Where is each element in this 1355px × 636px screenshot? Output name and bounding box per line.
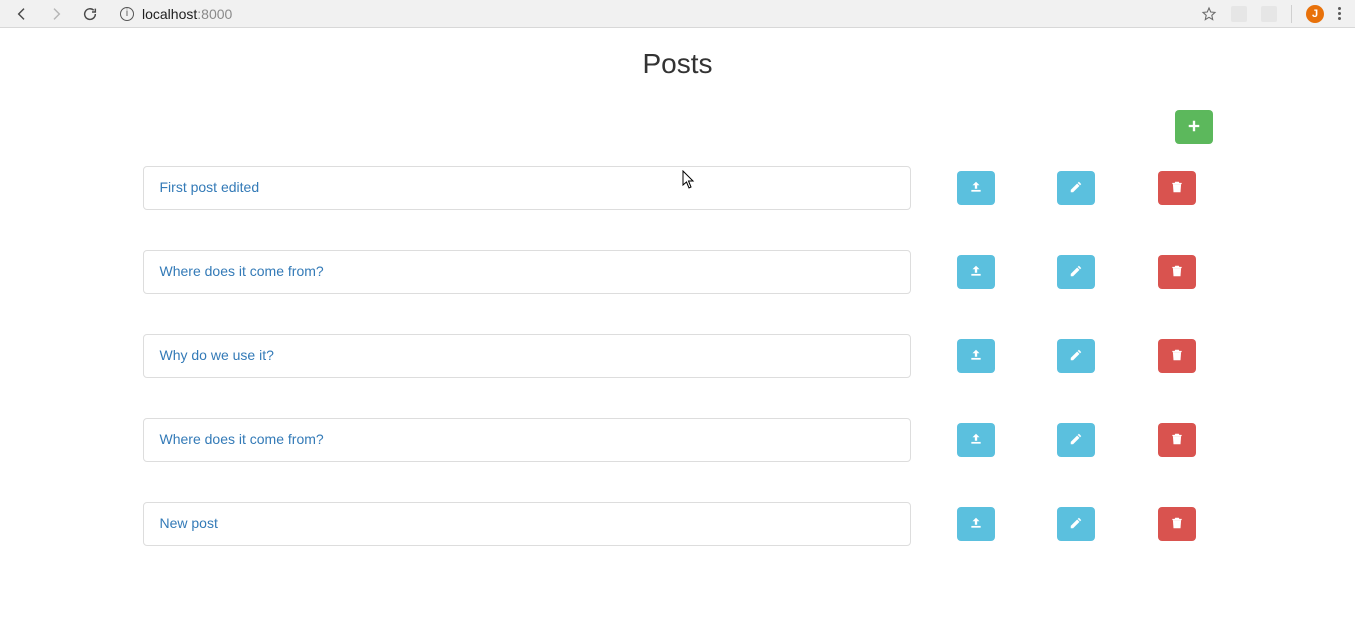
trash-icon bbox=[1170, 432, 1184, 449]
upload-icon bbox=[969, 348, 983, 365]
trash-icon bbox=[1170, 180, 1184, 197]
plus-icon bbox=[1187, 119, 1201, 136]
pencil-icon bbox=[1069, 516, 1083, 533]
post-title-link[interactable]: New post bbox=[160, 515, 218, 531]
page-title: Posts bbox=[0, 48, 1355, 80]
profile-avatar[interactable]: J bbox=[1306, 5, 1324, 23]
extension-icon[interactable] bbox=[1231, 6, 1247, 22]
delete-button[interactable] bbox=[1158, 255, 1196, 289]
address-bar[interactable]: i localhost:8000 bbox=[120, 6, 232, 22]
post-panel: New post bbox=[143, 502, 911, 546]
post-row: Where does it come from? bbox=[143, 418, 1213, 462]
back-button[interactable] bbox=[14, 6, 30, 22]
divider bbox=[1291, 5, 1292, 23]
browser-nav bbox=[8, 6, 98, 22]
url-host: localhost bbox=[142, 6, 197, 22]
post-title-link[interactable]: Why do we use it? bbox=[160, 347, 274, 363]
edit-button[interactable] bbox=[1057, 339, 1095, 373]
pencil-icon bbox=[1069, 180, 1083, 197]
browser-chrome: i localhost:8000 J bbox=[0, 0, 1355, 28]
add-post-button[interactable] bbox=[1175, 110, 1213, 144]
post-panel: Where does it come from? bbox=[143, 250, 911, 294]
pencil-icon bbox=[1069, 432, 1083, 449]
post-panel: Why do we use it? bbox=[143, 334, 911, 378]
post-row: First post edited bbox=[143, 166, 1213, 210]
upload-button[interactable] bbox=[957, 339, 995, 373]
post-panel: First post edited bbox=[143, 166, 911, 210]
post-title-link[interactable]: Where does it come from? bbox=[160, 263, 324, 279]
reload-button[interactable] bbox=[82, 6, 98, 22]
edit-button[interactable] bbox=[1057, 423, 1095, 457]
url-port: :8000 bbox=[197, 6, 232, 22]
upload-icon bbox=[969, 180, 983, 197]
upload-button[interactable] bbox=[957, 171, 995, 205]
trash-icon bbox=[1170, 348, 1184, 365]
pencil-icon bbox=[1069, 264, 1083, 281]
pencil-icon bbox=[1069, 348, 1083, 365]
upload-icon bbox=[969, 264, 983, 281]
trash-icon bbox=[1170, 264, 1184, 281]
edit-button[interactable] bbox=[1057, 171, 1095, 205]
upload-icon bbox=[969, 432, 983, 449]
post-row: New post bbox=[143, 502, 1213, 546]
site-info-icon[interactable]: i bbox=[120, 7, 134, 21]
upload-button[interactable] bbox=[957, 423, 995, 457]
delete-button[interactable] bbox=[1158, 423, 1196, 457]
post-panel: Where does it come from? bbox=[143, 418, 911, 462]
kebab-menu-icon[interactable] bbox=[1338, 7, 1341, 20]
trash-icon bbox=[1170, 516, 1184, 533]
upload-button[interactable] bbox=[957, 255, 995, 289]
forward-button[interactable] bbox=[48, 6, 64, 22]
upload-button[interactable] bbox=[957, 507, 995, 541]
post-row: Where does it come from? bbox=[143, 250, 1213, 294]
post-row: Why do we use it? bbox=[143, 334, 1213, 378]
extension-icon[interactable] bbox=[1261, 6, 1277, 22]
bookmark-star-icon[interactable] bbox=[1201, 6, 1217, 22]
browser-actions: J bbox=[1201, 5, 1347, 23]
delete-button[interactable] bbox=[1158, 171, 1196, 205]
edit-button[interactable] bbox=[1057, 507, 1095, 541]
delete-button[interactable] bbox=[1158, 339, 1196, 373]
edit-button[interactable] bbox=[1057, 255, 1095, 289]
post-title-link[interactable]: Where does it come from? bbox=[160, 431, 324, 447]
delete-button[interactable] bbox=[1158, 507, 1196, 541]
upload-icon bbox=[969, 516, 983, 533]
post-title-link[interactable]: First post edited bbox=[160, 179, 260, 195]
